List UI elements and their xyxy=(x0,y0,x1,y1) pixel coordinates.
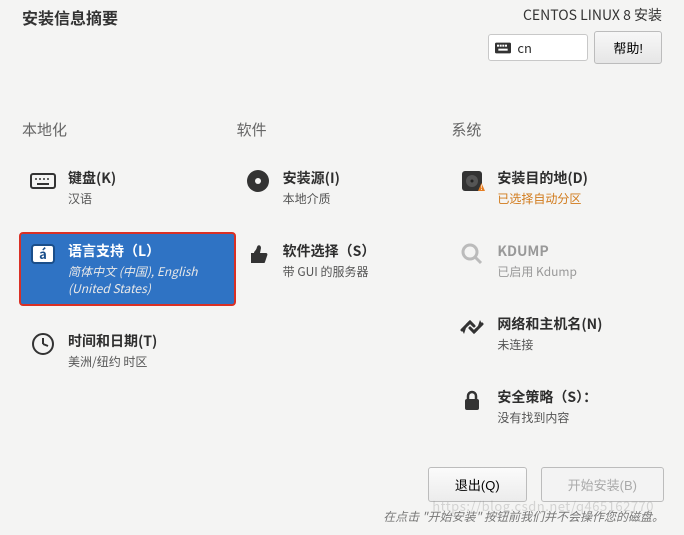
spoke-title: 键盘(K) xyxy=(68,168,116,188)
kdump-spoke[interactable]: KDUMP 已启用 Kdump xyxy=(449,233,664,288)
spoke-title: 时间和日期(T) xyxy=(68,331,157,351)
svg-text:!: ! xyxy=(481,183,483,193)
thumbs-up-icon xyxy=(245,241,271,267)
lock-icon xyxy=(459,387,485,413)
spoke-title: 安装目的地(D) xyxy=(497,168,588,188)
spoke-title: 网络和主机名(N) xyxy=(497,314,602,334)
source-spoke[interactable]: 安装源(I) 本地介质 xyxy=(235,160,450,215)
spoke-title: 安装源(I) xyxy=(283,168,340,188)
spoke-sub: 本地介质 xyxy=(283,190,340,207)
keyboard-spoke-icon xyxy=(30,168,56,194)
quit-button[interactable]: 退出(Q) xyxy=(428,467,527,502)
help-button[interactable]: 帮助! xyxy=(594,31,662,64)
language-spoke[interactable]: á 语言支持（L） 简体中文 (中国), English (United Sta… xyxy=(20,233,235,305)
clock-icon xyxy=(30,331,56,357)
spoke-sub: 汉语 xyxy=(68,190,116,207)
spoke-title: KDUMP xyxy=(497,241,577,261)
search-icon xyxy=(459,241,485,267)
keyboard-icon xyxy=(495,42,511,54)
spoke-sub: 简体中文 (中国), English (United States) xyxy=(68,263,225,297)
selection-spoke[interactable]: 软件选择（S） 带 GUI 的服务器 xyxy=(235,233,450,288)
disc-icon xyxy=(245,168,271,194)
keyboard-spoke[interactable]: 键盘(K) 汉语 xyxy=(20,160,235,215)
begin-install-button[interactable]: 开始安装(B) xyxy=(541,467,664,502)
spoke-sub: 已启用 Kdump xyxy=(497,263,577,280)
spoke-sub: 带 GUI 的服务器 xyxy=(283,263,376,280)
footer-hint: 在点击 "开始安装" 按钮前我们并不会操作您的磁盘。 xyxy=(383,508,664,525)
spoke-sub: 美洲/纽约 时区 xyxy=(68,353,157,370)
column-label-software: 软件 xyxy=(235,119,450,140)
svg-text:á: á xyxy=(39,244,47,263)
column-label-localization: 本地化 xyxy=(20,119,235,140)
network-icon xyxy=(459,314,485,340)
spoke-title: 软件选择（S） xyxy=(283,241,376,261)
language-icon: á xyxy=(30,241,56,267)
keyboard-layout-value: cn xyxy=(517,38,532,57)
spoke-sub: 已选择自动分区 xyxy=(497,190,588,207)
spoke-sub: 没有找到内容 xyxy=(497,409,597,426)
column-label-system: 系统 xyxy=(449,119,664,140)
keyboard-layout-field[interactable]: cn xyxy=(488,34,588,61)
spoke-title: 语言支持（L） xyxy=(68,241,225,261)
product-title: CENTOS LINUX 8 安装 xyxy=(523,5,662,25)
spoke-sub: 未连接 xyxy=(497,336,602,353)
network-spoke[interactable]: 网络和主机名(N) 未连接 xyxy=(449,306,664,361)
page-title: 安装信息摘要 xyxy=(22,5,118,29)
time-spoke[interactable]: 时间和日期(T) 美洲/纽约 时区 xyxy=(20,323,235,378)
disk-icon: ! xyxy=(459,168,485,194)
destination-spoke[interactable]: ! 安装目的地(D) 已选择自动分区 xyxy=(449,160,664,215)
spoke-title: 安全策略（S）： xyxy=(497,387,597,407)
security-spoke[interactable]: 安全策略（S）： 没有找到内容 xyxy=(449,379,664,434)
